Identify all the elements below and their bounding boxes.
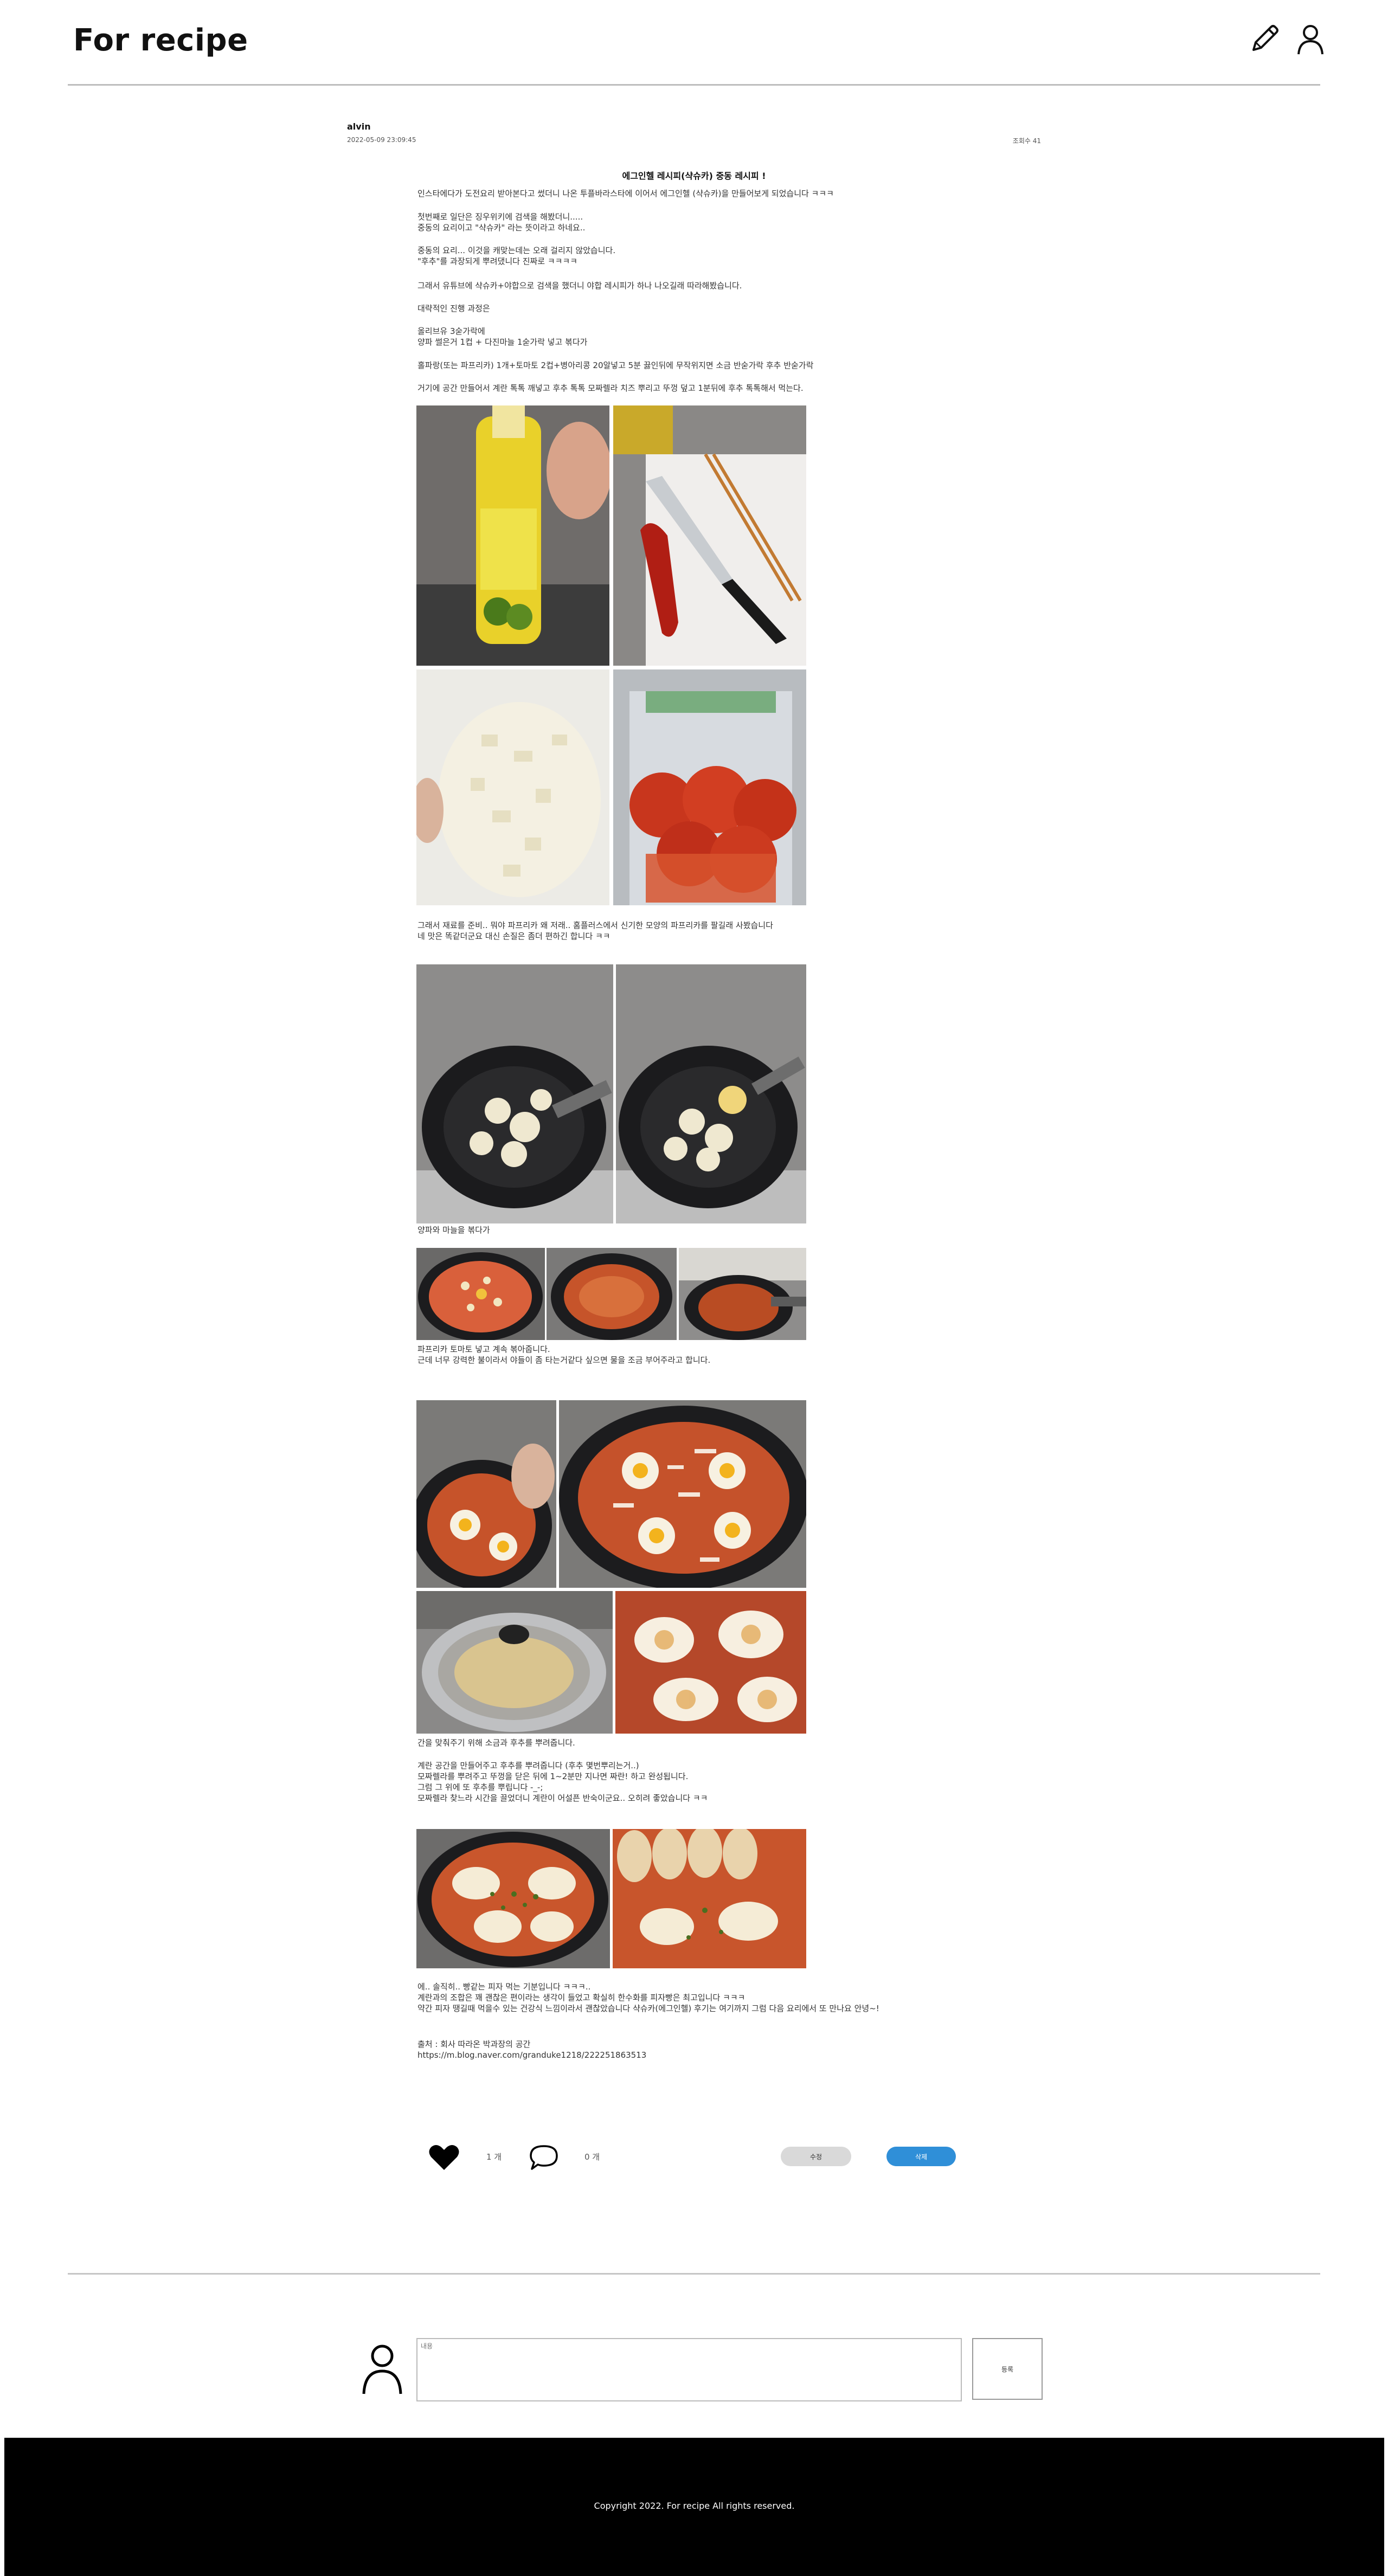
source-credit: 출처 : 회사 따라온 박과장의 공간 https://m.blog.naver… [417, 2039, 647, 2060]
comment-input[interactable] [416, 2338, 962, 2401]
post-paragraph: 간을 맞춰주기 위해 소금과 후추를 뿌려줍니다. [417, 1738, 575, 1748]
post-paragraph: 파프리카 토마토 넣고 계속 볶아줍니다. 근데 너무 강력한 불이라서 야들이… [417, 1344, 711, 1365]
olive-oil-photo [416, 405, 609, 666]
section-divider [68, 2273, 1320, 2275]
post-paragraph: 그래서 재료를 준비.. 뭐야 파프리카 왜 저래.. 홈플러스에서 신기한 모… [417, 920, 773, 941]
post-paragraph: 계란 공간을 만들어주고 후추를 뿌려줍니다 (후추 몇번뿌리는거..) 모짜렐… [417, 1761, 708, 1803]
shakshuka-herbs-photo [416, 1829, 610, 1968]
tomato-bag-photo [613, 669, 806, 905]
submit-comment-button[interactable]: 등록 [972, 2338, 1043, 2400]
user-icon [362, 2345, 402, 2394]
heart-icon[interactable] [428, 2144, 460, 2171]
chopped-onion-photo [416, 669, 609, 905]
pan-eggs-cheese-photo [559, 1400, 806, 1588]
pan-lid-photo [416, 1591, 613, 1734]
delete-button[interactable]: 삭제 [886, 2147, 956, 2166]
pan-sauce-photo [547, 1248, 677, 1340]
pepper-knife-photo [613, 405, 806, 666]
post-paragraph: 첫번째로 일단은 징우위키에 검색을 해봤더니..... 중동의 요리이고 "샥… [417, 212, 586, 233]
speech-bubble-icon[interactable] [529, 2144, 559, 2171]
header-divider [68, 84, 1320, 86]
pan-onion-garlic-photo [616, 964, 806, 1223]
post-paragraph: 올리브유 3숟가락에 양파 썰은거 1컵 + 다진마늘 1숟가락 넣고 볶다가 [417, 326, 588, 347]
pan-onion-photo [416, 964, 613, 1223]
post-paragraph: 중동의 요리... 이것을 캐맞는데는 오래 걸리지 않았습니다. "후추"를 … [417, 246, 616, 266]
pan-melted-cheese-photo [615, 1591, 806, 1734]
post-paragraph: 인스타에다가 도전요리 받아본다고 썼더니 나온 투플바라스타에 이어서 에그인… [417, 189, 834, 198]
like-count: 1 개 [486, 2152, 502, 2162]
pan-tomato-photo [416, 1248, 545, 1340]
site-logo[interactable]: For recipe [73, 23, 248, 58]
comment-count: 0 개 [584, 2152, 600, 2162]
post-paragraph: 홀파랑(또는 파프리카) 1개+토마토 2컵+병아리콩 20알넣고 5분 끓인뒤… [417, 360, 814, 370]
view-count: 조회수 41 [1012, 137, 1041, 145]
site-footer: Copyright 2022. For recipe All rights re… [4, 2438, 1384, 2576]
pencil-icon[interactable] [1247, 22, 1282, 56]
copyright-text: Copyright 2022. For recipe All rights re… [594, 2501, 795, 2511]
post-date: 2022-05-09 23:09:45 [347, 136, 416, 144]
post-paragraph: 거기에 공간 만들어서 계란 톡톡 깨넣고 후추 톡톡 모짜렐라 치즈 뿌리고 … [417, 383, 804, 393]
post-title: 에그인헬 레시피(샥슈카) 중동 레시피 ! [622, 171, 766, 181]
post-paragraph: 대략적인 진행 과정은 [417, 304, 490, 313]
shakshuka-bread-photo [613, 1829, 806, 1968]
pan-sauce-2-photo [679, 1248, 806, 1340]
edit-button[interactable]: 수정 [781, 2147, 851, 2166]
site-header: For recipe [0, 0, 1388, 86]
post-author: alvin [347, 121, 371, 132]
pan-eggs-hand-photo [416, 1400, 556, 1588]
post-paragraph: 그래서 유튜브에 샥슈카+야합으로 검색을 했더니 야합 레시피가 하나 나오길… [417, 281, 742, 291]
post-paragraph: 에.. 솔직히.. 빵같는 피자 먹는 기분입니다 ㅋㅋㅋ.. 계란과의 조합은… [417, 1982, 879, 2013]
post-paragraph: 양파와 마늘을 볶다가 [417, 1225, 490, 1235]
user-icon[interactable] [1293, 22, 1328, 56]
